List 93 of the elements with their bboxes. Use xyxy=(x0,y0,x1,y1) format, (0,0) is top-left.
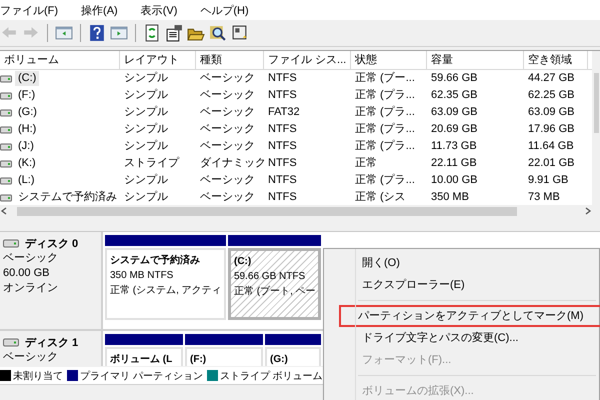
table-cell-text: 11.73 GB xyxy=(430,139,478,154)
disk-name: ディスク 1 xyxy=(25,336,78,350)
table-cell-text: ダイナミック xyxy=(199,156,264,171)
table-cell-text: シンプル xyxy=(123,122,169,137)
table-cell-text: 9.91 GB xyxy=(527,173,570,188)
disk-info: ベーシック xyxy=(3,350,59,365)
legend-label: 未割り当て xyxy=(13,370,63,382)
magnifier-icon[interactable] xyxy=(209,24,227,42)
drive-icon xyxy=(0,176,12,184)
table-cell-text: ベーシック xyxy=(199,105,256,120)
menu-item[interactable]: ファイル(F) xyxy=(0,2,68,18)
partition[interactable]: (F:) xyxy=(185,347,263,366)
table-cell-text: NTFS xyxy=(267,139,298,154)
volume-name[interactable]: (G:) xyxy=(15,105,40,120)
volume-name[interactable]: (J:) xyxy=(15,139,37,154)
disk-info: オンライン xyxy=(3,281,59,296)
help-icon[interactable] xyxy=(88,24,106,42)
table-cell-text: 62.25 GB xyxy=(527,88,576,103)
drive-icon xyxy=(0,108,12,116)
table-cell-text: ベーシック xyxy=(199,88,256,103)
legend-label: プライマリ パーティション xyxy=(80,370,203,382)
table-cell-text: ベーシック xyxy=(199,122,256,137)
table-cell-text: 20.69 GB xyxy=(430,122,478,137)
table-cell-text: 73 MB xyxy=(527,190,561,205)
legend-label: ストライプ ボリューム xyxy=(220,370,323,382)
table-cell-text: ストライプ xyxy=(123,156,180,171)
table-cell-text: 正常 (プラ... xyxy=(354,138,416,154)
drive-icon xyxy=(0,74,12,82)
disk-info: 60.00 GB xyxy=(3,266,50,281)
table-cell-text: NTFS xyxy=(267,88,298,103)
table-cell-text: 正常 (シス xyxy=(354,190,407,205)
volume-name[interactable]: (K:) xyxy=(15,156,39,171)
table-cell-text: 11.64 GB xyxy=(527,139,575,154)
table-cell-text: ベーシック xyxy=(199,71,256,86)
table-cell-text: 22.01 GB xyxy=(527,156,576,171)
table-cell-text: 62.35 GB xyxy=(430,88,478,103)
table-cell-text: 44.27 GB xyxy=(527,71,576,86)
properties-icon[interactable] xyxy=(165,24,183,42)
refresh-icon[interactable] xyxy=(143,24,161,42)
menu-item[interactable]: ヘルプ(H) xyxy=(200,2,258,18)
table-cell-text: シンプル xyxy=(123,138,169,154)
table-cell-text: シンプル xyxy=(123,104,169,120)
menu-item[interactable]: ドライブ文字とパスの変更(C)... xyxy=(327,327,524,349)
disk-name: ディスク 0 xyxy=(25,237,78,251)
table-cell-text: 正常 (ブー... xyxy=(354,70,416,86)
drive-icon xyxy=(0,92,12,100)
menu-item[interactable]: パーティションをアクティブとしてマーク(M) xyxy=(339,305,600,327)
volume-name[interactable]: (F:) xyxy=(15,88,38,103)
table-cell-text: 正常 (プラ... xyxy=(354,104,416,120)
table-cell-text: 10.00 GB xyxy=(430,173,478,188)
table-cell-text: ベーシック xyxy=(199,190,256,205)
drive-icon xyxy=(0,142,12,150)
table-cell-text: シンプル xyxy=(123,172,169,188)
partition[interactable]: ボリューム (L xyxy=(105,347,183,366)
table-cell-text: 59.66 GB xyxy=(430,71,478,86)
menu-item[interactable]: 表示(V) xyxy=(140,2,186,18)
table-cell-text: シンプル xyxy=(123,88,169,103)
volume-name[interactable]: (C:) xyxy=(15,71,40,86)
table-cell-text: 22.11 GB xyxy=(430,156,478,171)
table-cell-text: ベーシック xyxy=(199,173,256,188)
table-cell-text: 63.09 GB xyxy=(430,105,478,120)
partition[interactable]: (C:) 59.66 GB NTFS 正常 (ブート, ペー xyxy=(228,248,321,320)
menu-item[interactable]: 開く(O) xyxy=(327,252,406,274)
table-cell-text: シンプル xyxy=(123,190,169,205)
menu-item[interactable]: 操作(A) xyxy=(81,2,127,18)
menu-item[interactable]: エクスプローラー(E) xyxy=(327,274,471,296)
table-cell-text: 正常 xyxy=(354,156,378,171)
vertical-scrollbar[interactable] xyxy=(592,51,600,217)
partition[interactable]: システムで予約済み 350 MB NTFS 正常 (システム, アクティ xyxy=(105,248,226,320)
table-cell-text: 正常 (プラ... xyxy=(354,88,416,103)
table-cell-text: NTFS xyxy=(267,122,298,137)
volume-name[interactable]: (L:) xyxy=(15,173,38,188)
table-cell-text: シンプル xyxy=(123,70,169,86)
table-cell-text: 17.96 GB xyxy=(527,122,576,137)
drive-icon xyxy=(0,160,12,168)
volume-name[interactable]: (H:) xyxy=(15,122,40,137)
table-cell-text: 63.09 GB xyxy=(527,105,576,120)
table-cell-text: NTFS xyxy=(267,156,298,171)
table-cell-text: FAT32 xyxy=(267,105,301,120)
table-cell-text: ベーシック xyxy=(199,139,256,154)
table-cell-text: NTFS xyxy=(267,190,298,205)
drive-icon xyxy=(0,126,12,134)
panel-left-icon[interactable] xyxy=(55,24,73,42)
table-cell-text: 350 MB xyxy=(430,190,470,205)
volume-name[interactable]: システムで予約済み xyxy=(15,190,120,205)
table-cell-text: NTFS xyxy=(267,71,298,86)
table-cell-text: 正常 (プラ... xyxy=(354,172,416,188)
disk-info: ベーシック xyxy=(3,251,59,266)
horizontal-scrollbar[interactable] xyxy=(0,205,592,217)
drive-icon xyxy=(0,194,12,202)
table-cell-text: NTFS xyxy=(267,173,298,188)
partition[interactable]: (G:) xyxy=(265,347,321,366)
table-cell-text: 正常 (プラ... xyxy=(354,122,416,137)
